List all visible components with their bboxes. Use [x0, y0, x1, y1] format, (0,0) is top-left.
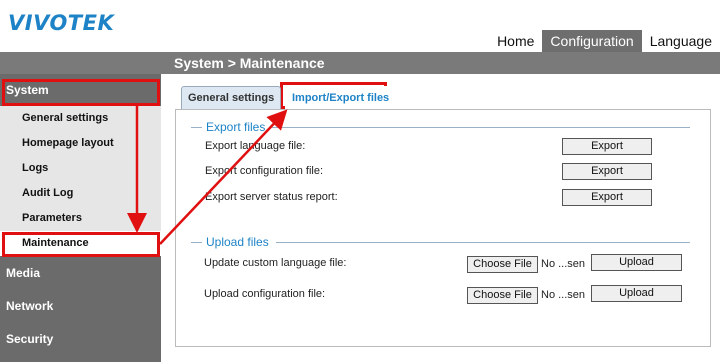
highlight-system	[2, 79, 160, 106]
configuration-file-status: No ...sen	[541, 289, 586, 301]
upload-divider-left	[191, 242, 202, 243]
upload-section-title: Upload files	[206, 235, 269, 249]
sidebar-item-parameters[interactable]: Parameters	[0, 206, 161, 231]
sidebar-item-general-settings[interactable]: General settings	[0, 106, 161, 131]
sidebar-item-media[interactable]: Media	[0, 257, 161, 289]
export-language-label: Export language file:	[205, 140, 306, 152]
upload-configuration-label: Upload configuration file:	[204, 288, 326, 300]
nav-home[interactable]: Home	[489, 30, 542, 52]
breadcrumb: System > Maintenance	[174, 55, 325, 71]
sidebar-item-network[interactable]: Network	[0, 290, 161, 322]
sidebar-item-logs[interactable]: Logs	[0, 156, 161, 181]
tab-general-settings[interactable]: General settings	[181, 86, 282, 109]
upload-divider-right	[276, 242, 690, 243]
sidebar-item-homepage-layout[interactable]: Homepage layout	[0, 131, 161, 156]
top-navigation: Home Configuration Language	[489, 30, 720, 52]
export-section-title: Export files	[206, 120, 266, 134]
export-status-report-label: Export server status report:	[205, 191, 338, 203]
export-configuration-label: Export configuration file:	[205, 165, 324, 177]
export-divider-left	[191, 127, 202, 128]
export-divider-right	[272, 127, 690, 128]
choose-configuration-file-button[interactable]: Choose File	[467, 287, 538, 304]
sidebar-item-audit-log[interactable]: Audit Log	[0, 181, 161, 206]
vivotek-logo: VIVOTEK	[8, 11, 115, 35]
export-status-report-button[interactable]: Export	[562, 189, 652, 206]
update-language-label: Update custom language file:	[204, 257, 347, 269]
sidebar-item-security[interactable]: Security	[0, 323, 161, 355]
upload-configuration-button[interactable]: Upload	[591, 285, 682, 302]
export-language-button[interactable]: Export	[562, 138, 652, 155]
tab-import-export-files[interactable]: Import/Export files	[285, 86, 397, 109]
breadcrumb-bar: System > Maintenance	[0, 52, 720, 74]
choose-language-file-button[interactable]: Choose File	[467, 256, 538, 273]
nav-configuration[interactable]: Configuration	[542, 30, 642, 52]
upload-language-button[interactable]: Upload	[591, 254, 682, 271]
highlight-maintenance	[2, 232, 160, 257]
sidebar: System General settings Homepage layout …	[0, 74, 161, 362]
nav-language[interactable]: Language	[642, 30, 720, 52]
language-file-status: No ...sen	[541, 258, 586, 270]
export-configuration-button[interactable]: Export	[562, 163, 652, 180]
